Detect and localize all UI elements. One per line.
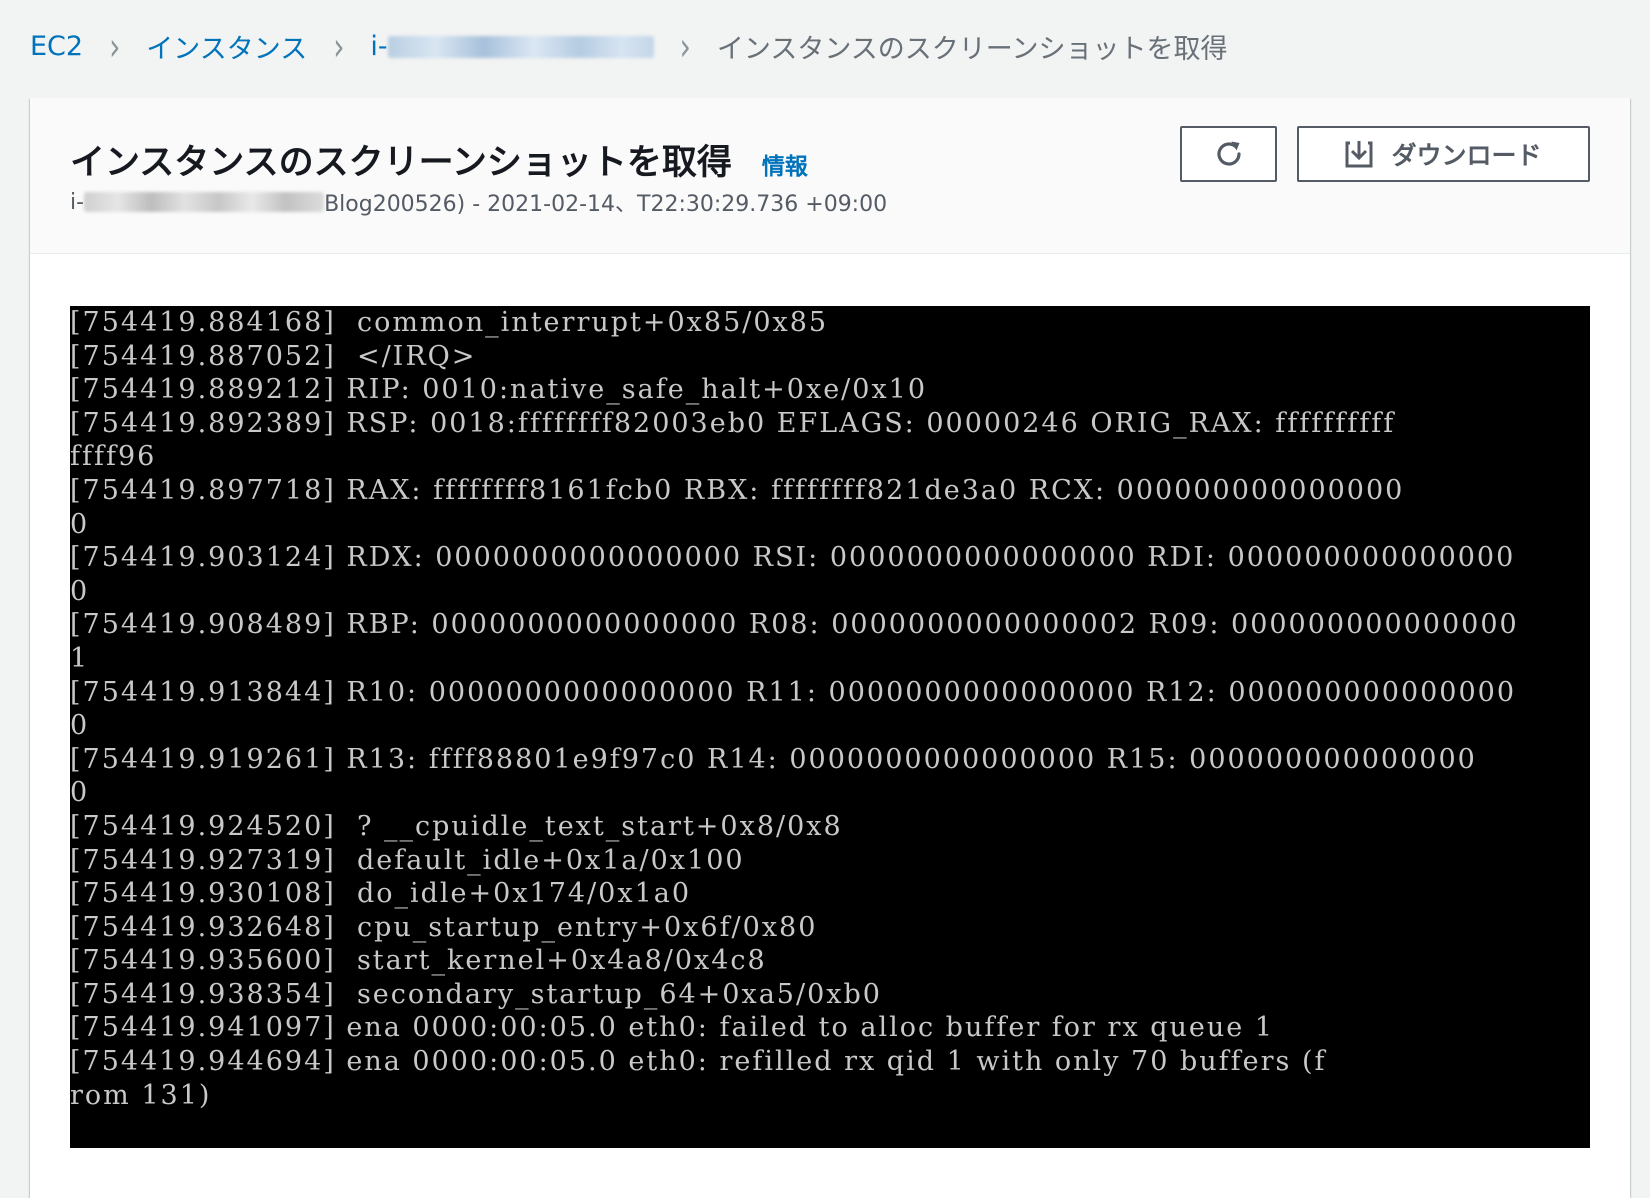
console-line: [754419.935600] start_kernel+0x4a8/0x4c8 — [70, 945, 767, 977]
download-icon — [1345, 141, 1373, 168]
breadcrumb-current-page: インスタンスのスクリーンショットを取得 — [716, 33, 1228, 65]
console-line: [754419.897718] RAX: ffffffff8161fcb0 RB… — [70, 474, 1405, 506]
console-line: rom 131) — [70, 1079, 212, 1111]
redacted-instance-name — [84, 192, 325, 212]
console-line: ffff96 — [70, 441, 157, 473]
info-link[interactable]: 情報 — [762, 147, 808, 181]
console-line: [754419.924520] ? __cpuidle_text_start+0… — [70, 810, 843, 842]
breadcrumb-instances-link[interactable]: インスタンス — [146, 27, 307, 66]
subtitle-timestamp: Blog200526) - 2021-02-14、T22:30:29.736 +… — [324, 192, 888, 217]
title-row: インスタンスのスクリーンショットを取得 情報 — [70, 134, 808, 185]
chevron-right-icon: › — [333, 22, 345, 70]
console-line: [754419.927319] default_idle+0x1a/0x100 — [70, 844, 745, 876]
console-line: [754419.892389] RSP: 0018:ffffffff82003e… — [70, 407, 1396, 439]
subtitle-prefix: i- — [70, 189, 85, 215]
console-line: 0 — [70, 710, 90, 742]
console-line: [754419.944694] ena 0000:00:05.0 eth0: r… — [70, 1046, 1327, 1078]
console-line: [754419.941097] ena 0000:00:05.0 eth0: f… — [70, 1012, 1275, 1044]
console-line: [754419.932648] cpu_startup_entry+0x6f/0… — [70, 911, 818, 943]
redacted-instance-id — [387, 36, 654, 58]
breadcrumb: EC2 › インスタンス › i- › インスタンスのスクリーンショットを取得 — [30, 22, 1228, 70]
download-button-label: ダウンロード — [1391, 141, 1542, 170]
instance-screenshot: [754419.884168] common_interrupt+0x85/0x… — [70, 306, 1590, 1148]
breadcrumb-instance-id-link[interactable]: i- — [370, 30, 654, 62]
console-line: [754419.884168] common_interrupt+0x85/0x… — [70, 307, 829, 338]
refresh-button[interactable] — [1180, 126, 1277, 182]
instance-subtitle: i- Blog200526) - 2021-02-14、T22:30:29.73… — [70, 186, 887, 218]
console-line: [754419.903124] RDX: 0000000000000000 RS… — [70, 542, 1516, 574]
console-line: [754419.887052] </IRQ> — [70, 340, 477, 372]
console-line: [754419.919261] R13: ffff88801e9f97c0 R1… — [70, 743, 1477, 775]
download-button[interactable]: ダウンロード — [1297, 126, 1590, 182]
breadcrumb-instance-id-prefix: i- — [370, 30, 388, 62]
page-title: インスタンスのスクリーンショットを取得 — [70, 143, 732, 183]
console-output: [754419.884168] common_interrupt+0x85/0x… — [70, 306, 1519, 1112]
screenshot-panel: インスタンスのスクリーンショットを取得 情報 i- Blog200526) - … — [30, 98, 1630, 1198]
console-line: 1 — [70, 642, 90, 674]
breadcrumb-ec2-link[interactable]: EC2 — [30, 31, 83, 62]
panel-header: インスタンスのスクリーンショットを取得 情報 i- Blog200526) - … — [30, 98, 1630, 254]
chevron-right-icon: › — [109, 22, 121, 70]
console-line: [754419.930108] do_idle+0x174/0x1a0 — [70, 878, 692, 910]
console-line: [754419.938354] secondary_startup_64+0xa… — [70, 978, 882, 1010]
refresh-icon — [1216, 141, 1241, 166]
console-line: [754419.889212] RIP: 0010:native_safe_ha… — [70, 374, 928, 406]
console-line: [754419.908489] RBP: 0000000000000000 R0… — [70, 609, 1519, 641]
console-line: [754419.913844] R10: 0000000000000000 R1… — [70, 676, 1517, 708]
console-line: 0 — [70, 575, 90, 607]
console-line: 0 — [70, 777, 90, 809]
chevron-right-icon: › — [679, 22, 691, 70]
console-line: 0 — [70, 508, 90, 540]
